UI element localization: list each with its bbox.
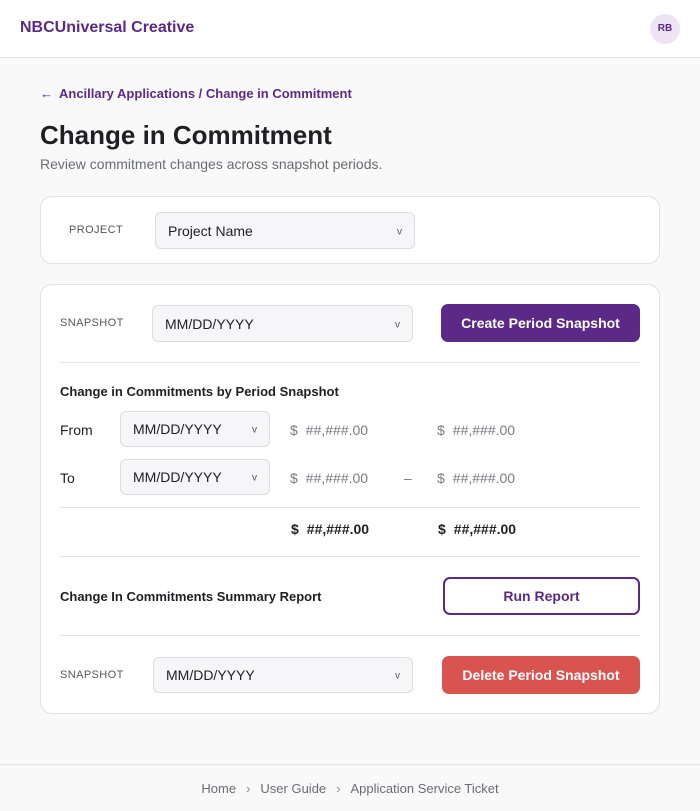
divider [60, 507, 640, 508]
user-avatar[interactable]: RB [650, 14, 680, 44]
chevron-down-icon: v [252, 472, 257, 484]
snapshot-card: SNAPSHOT MM/DD/YYYY v Create Period Snap… [40, 284, 660, 714]
project-select-value: Project Name [168, 222, 253, 239]
chevron-down-icon: v [395, 318, 400, 330]
currency-symbol: $ [290, 422, 298, 438]
to-date-select[interactable]: MM/DD/YYYY v [120, 459, 270, 495]
footer: Home › User Guide › Application Service … [0, 764, 700, 811]
snapshot-create-select-value: MM/DD/YYYY [165, 315, 254, 332]
from-amount-b: $ ##,###.00 [437, 422, 515, 438]
divider [60, 635, 640, 636]
from-label: From [60, 422, 93, 438]
footer-link-service-ticket[interactable]: Application Service Ticket [351, 781, 499, 796]
currency-symbol: $ [437, 422, 445, 438]
snapshot-create-select[interactable]: MM/DD/YYYY v [152, 305, 413, 342]
page-title: Change in Commitment [40, 120, 332, 150]
snapshot-label: SNAPSHOT [60, 669, 124, 681]
create-period-snapshot-button[interactable]: Create Period Snapshot [441, 304, 640, 342]
footer-link-home[interactable]: Home [201, 781, 236, 796]
changes-section-title: Change in Commitments by Period Snapshot [60, 384, 339, 399]
amount-value: ##,###.00 [452, 470, 516, 486]
to-date-value: MM/DD/YYYY [133, 469, 222, 485]
amount-value: ##,###.00 [452, 422, 516, 438]
top-bar: NBCUniversal Creative RB [0, 0, 700, 58]
footer-link-user-guide[interactable]: User Guide [260, 781, 326, 796]
to-amount-a: $ ##,###.00 [290, 470, 368, 486]
snapshot-delete-select[interactable]: MM/DD/YYYY v [153, 657, 413, 693]
divider [60, 362, 640, 363]
snapshot-delete-select-value: MM/DD/YYYY [166, 667, 255, 683]
delete-period-snapshot-button[interactable]: Delete Period Snapshot [442, 656, 640, 694]
brand-name[interactable]: NBCUniversal Creative [20, 19, 194, 37]
currency-symbol: $ [437, 470, 445, 486]
currency-symbol: $ [291, 521, 299, 537]
breadcrumb-text[interactable]: Ancillary Applications / Change in Commi… [59, 86, 352, 101]
amount-value: ##,###.00 [305, 422, 369, 438]
breadcrumb[interactable]: ← Ancillary Applications / Change in Com… [40, 86, 352, 101]
currency-symbol: $ [438, 521, 446, 537]
total-amount-a: $ ##,###.00 [291, 521, 369, 537]
project-select[interactable]: Project Name v [155, 212, 415, 249]
total-amount-b: $ ##,###.00 [438, 521, 516, 537]
to-label: To [60, 470, 75, 486]
currency-symbol: $ [290, 470, 298, 486]
from-date-select[interactable]: MM/DD/YYYY v [120, 411, 270, 447]
snapshot-label: SNAPSHOT [60, 317, 124, 329]
amount-value: ##,###.00 [306, 521, 370, 537]
amount-value: ##,###.00 [305, 470, 369, 486]
footer-separator: › [336, 780, 341, 796]
project-card: PROJECT Project Name v [40, 196, 660, 264]
run-report-button[interactable]: Run Report [443, 577, 640, 615]
chevron-down-icon: v [397, 225, 402, 237]
chevron-down-icon: v [252, 424, 257, 436]
page-subtitle: Review commitment changes across snapsho… [40, 156, 383, 172]
amount-value: ##,###.00 [453, 521, 517, 537]
summary-report-title: Change In Commitments Summary Report [60, 589, 322, 604]
footer-separator: › [246, 780, 251, 796]
arrow-left-icon[interactable]: ← [40, 86, 53, 101]
from-date-value: MM/DD/YYYY [133, 421, 222, 437]
to-amount-b: $ ##,###.00 [437, 470, 515, 486]
divider [60, 556, 640, 557]
from-amount-a: $ ##,###.00 [290, 422, 368, 438]
chevron-down-icon: v [395, 670, 400, 682]
minus-operator: – [404, 470, 412, 486]
project-label: PROJECT [69, 224, 124, 236]
